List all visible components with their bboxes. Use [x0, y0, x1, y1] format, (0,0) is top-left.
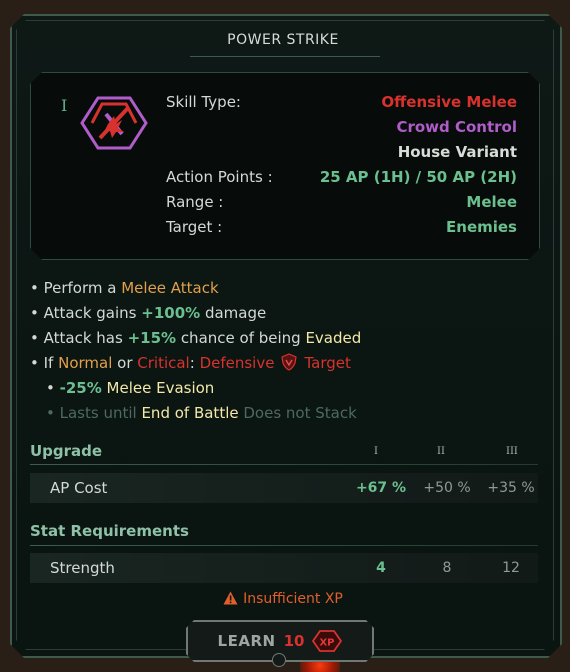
stacking-note: Does not Stack: [238, 404, 357, 422]
evasion-penalty: -25%: [59, 379, 102, 397]
evade-chance: +15%: [127, 329, 177, 347]
strength-tier-2: 8: [442, 560, 452, 576]
ap-cost-tier-1: +67 %: [355, 480, 407, 496]
button-ornament: [272, 653, 286, 667]
action-points-label: Action Points :: [166, 168, 273, 186]
target-label: Target :: [166, 218, 223, 236]
strength-tier-3: 12: [502, 560, 520, 576]
warning-text: Insufficient XP: [243, 591, 343, 607]
requirements-divider: [30, 545, 538, 546]
xp-label: XP: [320, 638, 335, 649]
effect-line: • Lasts until End of Battle Does not Sta…: [30, 401, 361, 426]
melee-attack-keyword[interactable]: Melee Attack: [121, 279, 218, 297]
effect-text: chance of being: [176, 329, 306, 347]
xp-icon: XP: [312, 630, 342, 652]
effect-line: • If Normal or Critical: Defensive Target: [30, 351, 361, 376]
effect-line: • Perform a Melee Attack: [30, 276, 361, 301]
effect-text: damage: [200, 304, 267, 322]
strength-tier-1: 4: [376, 560, 386, 576]
tier-1-label: I: [374, 446, 378, 457]
defensive-shield-icon: [280, 353, 298, 371]
insufficient-xp-warning: Insufficient XP: [0, 591, 566, 607]
learn-label: LEARN: [217, 632, 276, 650]
tier-mark: I: [61, 96, 68, 115]
strength-label: Strength: [50, 559, 115, 577]
effect-line: • Attack gains +100% damage: [30, 301, 361, 326]
skill-type-crowd-control: Crowd Control: [396, 118, 517, 136]
upgrade-heading: Upgrade: [30, 442, 103, 460]
effect-text: • Attack has: [30, 329, 128, 347]
critical-keyword[interactable]: Critical: [137, 354, 189, 372]
effect-line: • Attack has +15% chance of being Evaded: [30, 326, 361, 351]
effect-text: :: [189, 354, 200, 372]
effect-text: • Perform a: [30, 279, 122, 297]
effect-line: • -25% Melee Evasion: [30, 376, 361, 401]
effect-list: • Perform a Melee Attack • Attack gains …: [30, 276, 361, 426]
skill-type-house-variant: House Variant: [397, 143, 517, 161]
ap-cost-tier-3: +35 %: [487, 480, 535, 496]
range-label: Range :: [166, 193, 224, 211]
range-value: Melee: [466, 193, 517, 211]
tier-3-label: III: [506, 446, 518, 457]
skill-title: POWER STRIKE: [227, 32, 339, 48]
effect-text: or: [112, 354, 138, 372]
defensive-keyword[interactable]: Defensive: [200, 354, 275, 372]
ap-cost-tier-2: +50 %: [423, 480, 471, 496]
effect-text: • Attack gains: [30, 304, 142, 322]
melee-evasion-keyword[interactable]: Melee Evasion: [102, 379, 215, 397]
effect-text: • Lasts until: [46, 404, 142, 422]
damage-bonus: +100%: [141, 304, 201, 322]
learn-cost: 10: [283, 632, 305, 650]
action-points-value: 25 AP (1H) / 50 AP (2H): [319, 168, 517, 186]
evaded-keyword[interactable]: Evaded: [305, 329, 361, 347]
skill-type-offensive: Offensive Melee: [381, 93, 517, 111]
effect-text: • If: [30, 354, 59, 372]
stat-requirements-heading: Stat Requirements: [30, 522, 189, 540]
normal-keyword[interactable]: Normal: [58, 354, 112, 372]
target-keyword[interactable]: Target: [304, 354, 350, 372]
target-value: Enemies: [446, 218, 517, 236]
skill-type-label: Skill Type:: [166, 93, 241, 111]
effect-text: •: [46, 379, 60, 397]
end-of-battle-keyword[interactable]: End of Battle: [141, 404, 238, 422]
power-strike-skill-icon: [80, 94, 148, 152]
title-divider: [190, 56, 380, 57]
warning-icon: [223, 591, 238, 605]
upgrade-divider: [30, 464, 538, 465]
ap-cost-label: AP Cost: [50, 479, 108, 497]
tier-2-label: II: [437, 446, 445, 457]
